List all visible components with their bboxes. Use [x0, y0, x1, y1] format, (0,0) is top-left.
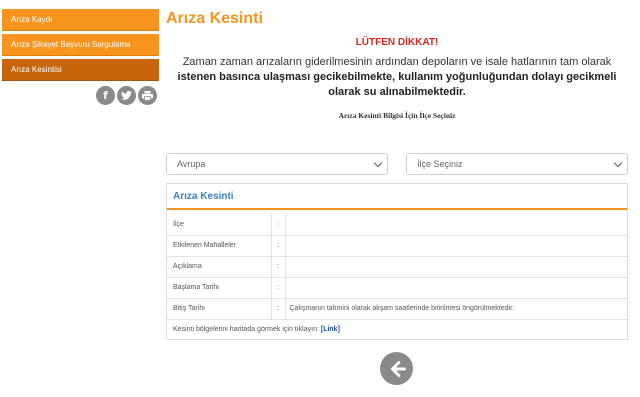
- row-label: Etkilenen Mahalleler: [167, 234, 272, 256]
- row-value: [285, 276, 627, 298]
- chevron-down-icon: [613, 158, 623, 168]
- sidebar-item-ariza-kesintisi[interactable]: Arıza Kesintisi: [2, 59, 159, 81]
- row-separator: :: [271, 214, 286, 235]
- row-separator: :: [271, 234, 286, 256]
- twitter-icon[interactable]: [117, 86, 136, 105]
- district-select[interactable]: İlçe Seçiniz: [406, 153, 628, 175]
- share-icons: f: [96, 86, 157, 105]
- print-icon[interactable]: [138, 86, 157, 105]
- row-label: Açıklama: [167, 255, 272, 277]
- row-value: [285, 234, 627, 256]
- table-row: Başlama Tarihi :: [167, 276, 627, 298]
- outage-panel: Arıza Kesinti İlçe : Etkilenen Mahallele…: [166, 183, 628, 340]
- page-title: Arıza Kesinti: [166, 10, 263, 27]
- sidebar: Arıza Kaydı Arıza Şikayet Başvuru Sorgul…: [2, 9, 159, 84]
- row-label: İlçe: [167, 214, 272, 235]
- row-value: [285, 214, 627, 235]
- attention-heading: LÜTFEN DİKKAT!: [355, 37, 439, 48]
- outage-info-table: İlçe : Etkilenen Mahalleler : Açıklama :…: [167, 214, 627, 319]
- map-link[interactable]: [Link]: [321, 326, 340, 333]
- region-select-value: Avrupa: [177, 159, 206, 169]
- sidebar-item-ariza-kaydi[interactable]: Arıza Kaydı: [2, 9, 159, 31]
- row-separator: :: [271, 297, 286, 319]
- table-row: İlçe :: [167, 214, 627, 235]
- notice-plain: Zaman zaman arızaların giderilmesinin ar…: [182, 56, 612, 68]
- row-separator: :: [271, 255, 286, 277]
- region-select[interactable]: Avrupa: [166, 153, 388, 175]
- table-row: Etkilenen Mahalleler :: [167, 234, 627, 256]
- instruction-text: Arıza Kesinti Bilgisi İçin İlçe Seçiniz: [338, 111, 456, 120]
- table-row: Bitiş Tarihi : Çalışmanın tahmini olarak…: [167, 297, 627, 319]
- row-label: Bitiş Tarihi: [167, 297, 272, 319]
- district-select-value: İlçe Seçiniz: [417, 159, 463, 169]
- row-value: [285, 255, 627, 277]
- back-button[interactable]: [380, 352, 413, 385]
- sidebar-item-sikayet-sorgulama[interactable]: Arıza Şikayet Başvuru Sorgulama: [2, 34, 159, 56]
- table-row: Açıklama :: [167, 255, 627, 277]
- map-text: Kesinti bölgelerini haritada görmek için…: [173, 326, 321, 333]
- facebook-icon[interactable]: f: [96, 86, 115, 105]
- panel-title: Arıza Kesinti: [167, 184, 627, 210]
- arrow-left-icon: [390, 360, 406, 377]
- row-value: Çalışmanın tahmini olarak akşam saatleri…: [285, 297, 627, 319]
- chevron-down-icon: [373, 158, 383, 168]
- notice-text: Zaman zaman arızaların giderilmesinin ar…: [166, 55, 628, 100]
- notice-bold: istenen basınca ulaşması gecikebilmekte,…: [177, 71, 617, 98]
- map-line: Kesinti bölgelerini haritada görmek için…: [167, 319, 627, 339]
- row-separator: :: [271, 276, 286, 298]
- row-label: Başlama Tarihi: [167, 276, 272, 298]
